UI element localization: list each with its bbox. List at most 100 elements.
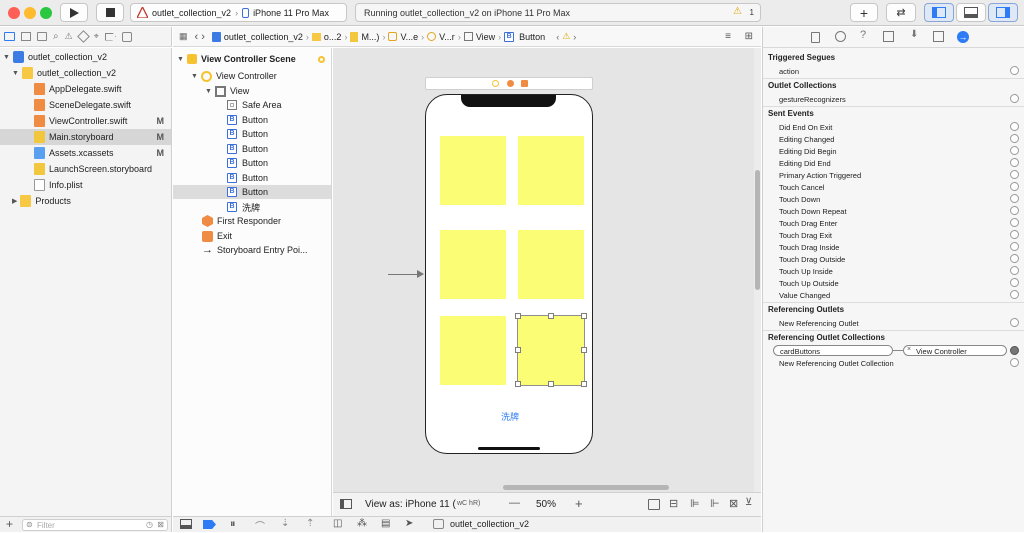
outline-row[interactable]: B Button: [173, 185, 331, 199]
connection-circle[interactable]: [1010, 134, 1019, 143]
editor-options-icon[interactable]: ≡: [725, 31, 731, 42]
report-icon[interactable]: [121, 31, 132, 42]
debug-area-toggle-button[interactable]: [956, 3, 986, 22]
forward-button[interactable]: ›: [201, 31, 205, 43]
disclosure-right-icon[interactable]: ▶: [12, 197, 17, 205]
breadcrumb-view-controller[interactable]: V...r: [439, 32, 455, 42]
issue-icon[interactable]: ⚠: [65, 31, 73, 42]
back-button[interactable]: ‹: [195, 31, 199, 43]
list-item[interactable]: ▼ outlet_collection_v2: [0, 65, 171, 81]
add-editor-icon[interactable]: ⊞: [745, 31, 753, 42]
attributes-inspector-icon[interactable]: ⬇: [910, 29, 918, 40]
minimize-window-button[interactable]: [24, 7, 36, 19]
connection-circle[interactable]: [1010, 122, 1019, 131]
close-window-button[interactable]: [8, 7, 20, 19]
list-item[interactable]: SceneDelegate.swift: [0, 97, 171, 113]
update-frames-icon[interactable]: [648, 499, 660, 510]
library-button[interactable]: +: [850, 3, 878, 22]
connection-circle[interactable]: [1010, 206, 1019, 215]
card-button[interactable]: [518, 230, 584, 299]
outline-row[interactable]: B Button: [173, 142, 331, 156]
disclosure-down-icon[interactable]: ▼: [3, 54, 10, 61]
list-item[interactable]: Info.plist: [0, 177, 171, 193]
zoom-window-button[interactable]: [40, 7, 52, 19]
pause-icon[interactable]: ⏸: [230, 518, 236, 531]
find-icon[interactable]: ⌕: [53, 31, 59, 42]
identity-inspector-icon[interactable]: [883, 31, 894, 42]
next-issue-icon[interactable]: ›: [573, 32, 576, 42]
scheme-selector[interactable]: outlet_collection_v2 › iPhone 11 Pro Max: [130, 3, 347, 22]
connection-circle[interactable]: [1010, 182, 1019, 191]
connection-circle[interactable]: [1010, 358, 1019, 367]
stop-button[interactable]: [96, 3, 124, 22]
warning-icon[interactable]: ⚠: [562, 31, 570, 42]
size-inspector-icon[interactable]: [933, 31, 944, 42]
connection-source-pill[interactable]: cardButtons: [773, 345, 893, 356]
step-into-icon[interactable]: ⇣: [281, 518, 289, 529]
outline-row[interactable]: B Button: [173, 113, 331, 127]
outline-row[interactable]: Exit: [173, 229, 331, 243]
connection-circle[interactable]: [1010, 230, 1019, 239]
list-item[interactable]: ▶ Products: [0, 193, 171, 209]
disclosure-down-icon[interactable]: ▼: [12, 70, 19, 77]
resize-handle[interactable]: [515, 313, 521, 319]
exit-icon[interactable]: [521, 80, 528, 87]
card-button-selected[interactable]: [517, 315, 585, 386]
source-control-icon[interactable]: [21, 32, 31, 41]
modified-filter-icon[interactable]: ⊠: [157, 520, 164, 529]
resolve-issues-icon[interactable]: ⊠: [729, 497, 738, 510]
list-item[interactable]: ViewController.swift M: [0, 113, 171, 129]
recent-files-icon[interactable]: ◷: [146, 520, 153, 529]
outline-scene-row[interactable]: ▼ View Controller Scene: [173, 52, 331, 66]
resize-handle[interactable]: [515, 381, 521, 387]
connection-circle-filled[interactable]: [1010, 346, 1019, 355]
outline-row[interactable]: ▼ View Controller: [173, 69, 331, 83]
breakpoints-toggle-icon[interactable]: [203, 520, 216, 529]
horizontal-scrollbar-thumb[interactable]: [503, 485, 669, 490]
card-button[interactable]: [440, 230, 506, 299]
zoom-level[interactable]: 50%: [536, 499, 556, 510]
hierarchy-icon[interactable]: [37, 32, 47, 41]
resize-handle[interactable]: [548, 313, 554, 319]
card-button[interactable]: [518, 136, 584, 205]
connection-circle[interactable]: [1010, 266, 1019, 275]
disclosure-down-icon[interactable]: ▼: [191, 73, 198, 80]
related-items-icon[interactable]: ▦: [179, 31, 188, 42]
breadcrumb-button[interactable]: Button: [519, 32, 545, 42]
outline-row[interactable]: First Responder: [173, 214, 331, 228]
add-icon[interactable]: +: [6, 517, 13, 531]
resize-handle[interactable]: [515, 347, 521, 353]
breadcrumb-storyboard[interactable]: M...): [361, 32, 379, 42]
outline-row[interactable]: B Button: [173, 171, 331, 185]
outline-row[interactable]: ▼ View: [173, 84, 331, 98]
previous-issue-icon[interactable]: ‹: [556, 32, 559, 42]
embed-in-stack-icon[interactable]: ⊟: [669, 497, 678, 510]
outline-row[interactable]: B Button: [173, 156, 331, 170]
disconnect-icon[interactable]: ×: [907, 346, 911, 353]
connection-circle[interactable]: [1010, 318, 1019, 327]
connection-circle[interactable]: [1010, 66, 1019, 75]
breadcrumb-view[interactable]: View: [476, 32, 495, 42]
add-constraints-icon[interactable]: ⊩: [710, 497, 720, 510]
interface-builder-canvas[interactable]: 洗牌: [333, 48, 761, 492]
zoom-in-button[interactable]: +: [575, 496, 583, 511]
view-hierarchy-icon[interactable]: ◫: [333, 518, 342, 529]
card-button[interactable]: [440, 316, 506, 385]
help-inspector-icon[interactable]: ?: [860, 29, 866, 41]
connection-circle[interactable]: [1010, 278, 1019, 287]
disclosure-down-icon[interactable]: ▼: [205, 88, 212, 95]
connection-circle[interactable]: [1010, 242, 1019, 251]
step-over-icon[interactable]: ⌒: [255, 518, 265, 533]
list-item[interactable]: AppDelegate.swift: [0, 81, 171, 97]
breadcrumb-folder[interactable]: o...2: [324, 32, 342, 42]
run-button[interactable]: [60, 3, 88, 22]
connection-circle[interactable]: [1010, 94, 1019, 103]
list-item[interactable]: Assets.xcassets M: [0, 145, 171, 161]
environment-overrides-icon[interactable]: ▤: [381, 518, 390, 529]
zoom-out-button[interactable]: —: [509, 497, 520, 509]
file-inspector-icon[interactable]: [811, 32, 820, 43]
connection-circle[interactable]: [1010, 290, 1019, 299]
breadcrumb-project[interactable]: outlet_collection_v2: [224, 32, 303, 42]
location-icon[interactable]: ➤: [405, 518, 413, 529]
warning-icon[interactable]: ⚠: [733, 6, 742, 17]
